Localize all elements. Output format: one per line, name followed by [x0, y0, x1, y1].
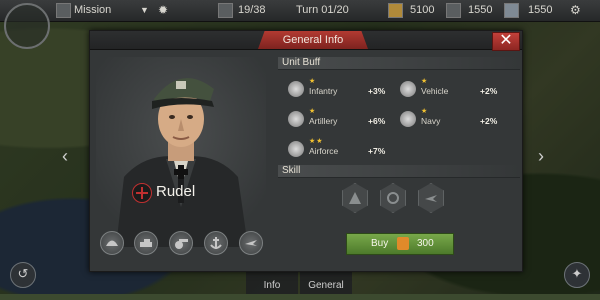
close-button[interactable]: ✕: [492, 32, 520, 51]
general-portrait: [96, 57, 266, 247]
buff-name: Navy: [421, 116, 441, 126]
buff-airforce: ★★ Airforce +7%: [288, 137, 398, 161]
units-icon: [218, 3, 233, 18]
buff-value: +3%: [368, 86, 386, 96]
buy-price: 300: [417, 238, 434, 249]
buff-value: +2%: [480, 116, 498, 126]
buff-stars: ★: [421, 108, 429, 115]
unit-buff-header: Unit Buff: [278, 57, 520, 70]
buy-button[interactable]: Buy 300: [346, 233, 454, 255]
undo-icon[interactable]: ↺: [10, 262, 36, 288]
medal-currency-icon: [397, 237, 409, 250]
general-name: Rudel: [156, 183, 196, 200]
minimap[interactable]: [4, 3, 50, 49]
settings-gear-icon[interactable]: ⚙: [570, 0, 581, 21]
units-count: 19/38: [238, 4, 266, 16]
buff-value: +6%: [368, 116, 386, 126]
plane-medal-icon[interactable]: [239, 231, 263, 255]
oil-icon: [504, 3, 519, 18]
general-info-dialog: General Info ✕ Rudel Unit Buff ★ Infantr…: [89, 30, 523, 272]
end-turn-icon[interactable]: ✦: [564, 262, 590, 288]
buff-stars: ★: [309, 78, 317, 85]
mission-icon: [56, 3, 71, 18]
buff-navy: ★ Navy +2%: [400, 107, 510, 131]
tank-medal-icon[interactable]: [134, 231, 158, 255]
dialog-title-bar: General Info ✕: [90, 31, 522, 51]
navy-icon: [400, 111, 416, 127]
medal-row: [100, 231, 265, 257]
skill-slot-3[interactable]: [418, 183, 444, 213]
dialog-title: General Info: [258, 31, 368, 49]
infantry-skill-icon: [349, 192, 361, 204]
buff-value: +7%: [368, 146, 386, 156]
dropdown-chevron-icon[interactable]: ▼: [140, 0, 149, 21]
top-bar: Mission ▼ ✹ 19/38 Turn 01/20 5100 1550 1…: [0, 0, 600, 22]
skill-slot-1[interactable]: [342, 183, 368, 213]
tab-info[interactable]: Info: [246, 271, 298, 294]
buff-name: Vehicle: [421, 86, 449, 96]
oil-amount: 1550: [528, 4, 553, 16]
gold-icon: [388, 3, 403, 18]
steel-amount: 1550: [468, 4, 493, 16]
tab-general[interactable]: General: [300, 271, 352, 294]
buff-value: +2%: [480, 86, 498, 96]
turn-counter: Turn 01/20: [296, 4, 349, 16]
vehicle-icon: [400, 81, 416, 97]
airforce-icon: [288, 141, 304, 157]
previous-general-arrow[interactable]: ‹: [62, 146, 68, 167]
buff-stars: ★: [309, 108, 317, 115]
gear-skill-icon: [387, 192, 399, 204]
buff-vehicle: ★ Vehicle +2%: [400, 77, 510, 101]
next-general-arrow[interactable]: ›: [538, 146, 544, 167]
mode-label[interactable]: Mission: [74, 0, 111, 21]
buff-infantry: ★ Infantry +3%: [288, 77, 398, 101]
plane-skill-icon: [425, 195, 437, 202]
iron-cross-icon: [132, 183, 152, 203]
buff-name: Airforce: [309, 146, 339, 156]
buff-stars: ★: [421, 78, 429, 85]
buy-label: Buy: [371, 238, 389, 249]
helmet-medal-icon[interactable]: [100, 231, 124, 255]
buff-name: Artillery: [309, 116, 338, 126]
skill-header: Skill: [278, 165, 520, 178]
gold-amount: 5100: [410, 4, 435, 16]
buff-artillery: ★ Artillery +6%: [288, 107, 398, 131]
anchor-medal-icon[interactable]: [204, 231, 228, 255]
infantry-icon: [288, 81, 304, 97]
artillery-icon: [288, 111, 304, 127]
skill-slot-2[interactable]: [380, 183, 406, 213]
sun-icon: ✹: [158, 3, 169, 17]
buff-stars: ★★: [309, 138, 324, 145]
cannon-medal-icon[interactable]: [169, 231, 193, 255]
buff-name: Infantry: [309, 86, 338, 96]
steel-icon: [446, 3, 461, 18]
